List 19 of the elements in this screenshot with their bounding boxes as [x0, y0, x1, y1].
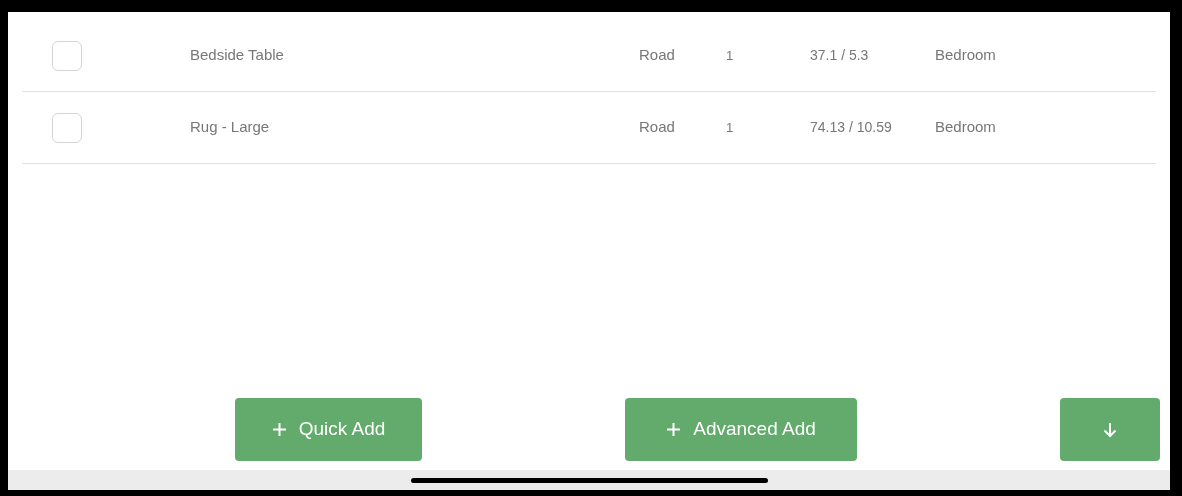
down-arrow-icon [1103, 421, 1117, 438]
quantity-cell-text: 1 [726, 118, 735, 137]
weight-cell-text: 74.13 / 10.59 [810, 118, 893, 137]
add-button[interactable]: Advanced Add [625, 398, 857, 461]
plus-icon [271, 422, 287, 437]
room-cell-text: Bedroom [935, 117, 996, 138]
checkbox[interactable] [52, 40, 82, 71]
item-name: Bedside Table [190, 45, 285, 66]
add-button[interactable]: Quick Add [235, 398, 422, 461]
checkbox[interactable] [52, 112, 82, 143]
transport-cell-text: Road [639, 45, 676, 66]
quantity-cell-text: 1 [726, 46, 735, 65]
room-cell-text: Bedroom [935, 45, 996, 66]
transport-cell-text: Road [639, 117, 676, 138]
weight-cell-text: 37.1 / 5.3 [810, 46, 870, 65]
scroll-down-button[interactable] [1060, 398, 1160, 461]
home-indicator[interactable] [410, 477, 768, 483]
item-name: Rug - Large [190, 117, 271, 138]
plus-icon [666, 422, 682, 437]
